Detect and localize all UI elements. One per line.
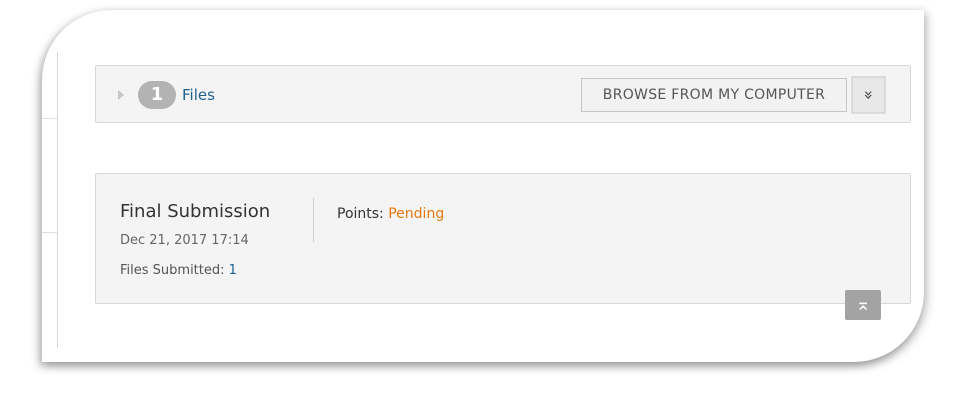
points-value: Pending bbox=[388, 206, 445, 222]
expand-arrow-icon[interactable] bbox=[118, 90, 124, 100]
files-link[interactable]: Files bbox=[182, 86, 215, 104]
rail-divider bbox=[42, 118, 57, 119]
double-chevron-down-icon[interactable]: » bbox=[851, 76, 886, 114]
files-submitted: Files Submitted: 1 bbox=[120, 263, 237, 279]
divider bbox=[313, 198, 314, 242]
submission-title: Final Submission bbox=[120, 201, 271, 222]
submission-card: Final Submission Dec 21, 2017 17:14 File… bbox=[95, 173, 911, 304]
files-submitted-label: Files Submitted: bbox=[120, 263, 225, 278]
left-rail bbox=[57, 52, 58, 348]
files-submitted-count[interactable]: 1 bbox=[229, 263, 237, 278]
submission-date: Dec 21, 2017 17:14 bbox=[120, 233, 249, 248]
files-bar: 1 Files BROWSE FROM MY COMPUTER » bbox=[95, 65, 911, 123]
rail-divider bbox=[42, 232, 57, 233]
files-count-badge: 1 bbox=[138, 81, 176, 109]
browse-from-computer-button[interactable]: BROWSE FROM MY COMPUTER bbox=[581, 78, 847, 112]
points: Points: Pending bbox=[337, 206, 444, 223]
points-label: Points: bbox=[337, 206, 384, 222]
back-to-top-icon[interactable]: ⌅ bbox=[845, 290, 881, 320]
